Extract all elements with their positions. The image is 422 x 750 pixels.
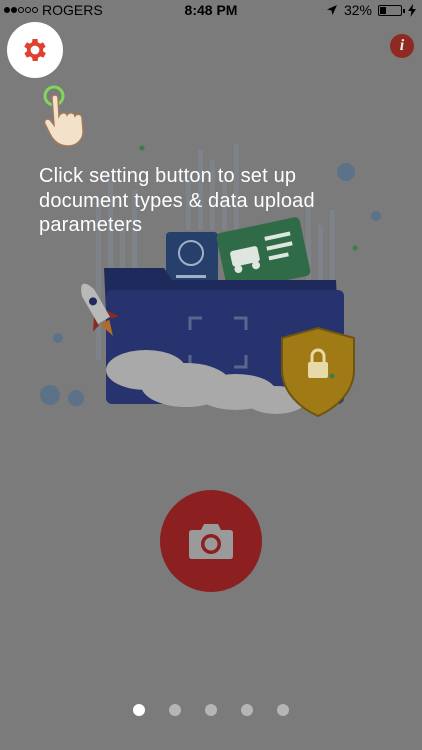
status-bar: ROGERS 8:48 PM 32% [0,0,422,22]
info-button[interactable]: i [390,34,414,58]
gear-icon [24,39,46,61]
page-dot[interactable] [169,704,181,716]
page-dot[interactable] [277,704,289,716]
onboarding-hint-text: Click setting button to set up document … [39,165,315,236]
page-dot[interactable] [133,704,145,716]
camera-icon [189,524,233,559]
settings-button[interactable] [7,22,63,78]
intro-screen: { "status_bar": { "carrier": "ROGERS", "… [0,0,422,750]
page-indicator [0,704,422,716]
charging-bolt-icon [408,3,416,17]
capture-button[interactable] [160,490,262,592]
battery-icon [378,4,405,16]
info-icon: i [399,37,405,54]
status-right: 32% [326,2,416,18]
page-dot[interactable] [241,704,253,716]
page-dot[interactable] [205,704,217,716]
battery-percent: 32% [343,2,372,18]
location-arrow-icon [326,5,337,15]
